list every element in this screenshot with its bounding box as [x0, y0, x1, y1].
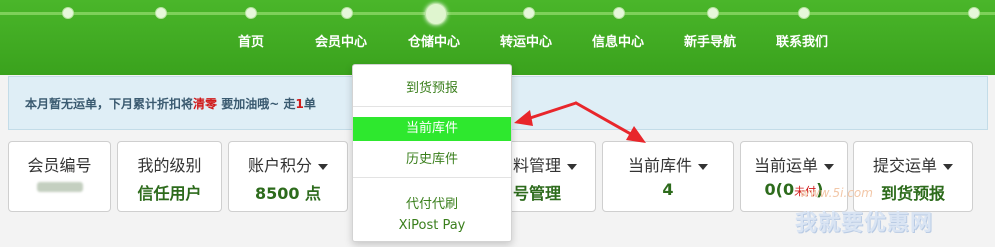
watermark-logo: 我就要优惠网	[795, 211, 934, 236]
watermark-url: www.5i.com	[800, 186, 873, 200]
arrow-to-card-line	[574, 101, 638, 139]
arrow-to-menu-line	[522, 101, 578, 122]
arrow-head-left-icon	[514, 110, 533, 126]
